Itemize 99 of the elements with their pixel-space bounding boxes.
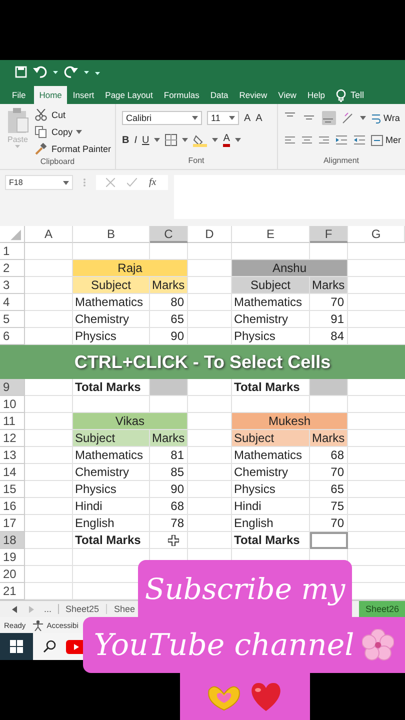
clipboard-icon xyxy=(6,108,29,134)
caret-icon xyxy=(234,138,241,142)
italic-button[interactable]: I xyxy=(134,134,138,146)
indent-icon[interactable] xyxy=(352,134,366,146)
caret-icon xyxy=(76,130,82,134)
start-button[interactable] xyxy=(0,633,33,660)
wrap-text-label: Wra xyxy=(384,113,400,123)
ribbon-tab[interactable]: Home xyxy=(34,86,68,104)
wrap-text-button[interactable]: Wra xyxy=(370,112,400,124)
column-header[interactable]: C xyxy=(150,226,188,243)
align-icon[interactable] xyxy=(318,134,330,146)
align-icon[interactable] xyxy=(284,134,296,146)
fill-color-icon[interactable] xyxy=(193,134,208,146)
font-size-value: 11 xyxy=(211,113,220,123)
align-icon[interactable] xyxy=(322,111,336,125)
borders-icon[interactable] xyxy=(165,134,178,146)
table-cell[interactable]: Subject xyxy=(232,430,310,447)
selected-cell[interactable] xyxy=(310,379,348,396)
grow-font-button[interactable]: A xyxy=(244,112,251,124)
ribbon-tab[interactable]: Help xyxy=(302,86,330,104)
caret-icon xyxy=(154,138,160,142)
table-cell[interactable]: Subject xyxy=(73,277,150,294)
underline-button[interactable]: U xyxy=(142,134,150,146)
customize-icon[interactable] xyxy=(95,70,100,74)
align-icon[interactable] xyxy=(300,134,312,146)
accessibility-icon xyxy=(32,620,44,630)
caret-icon xyxy=(360,116,366,120)
flower-icon xyxy=(362,629,394,661)
merge-button[interactable]: Mer xyxy=(370,134,401,146)
group-label: Font xyxy=(187,155,206,167)
caption-banner: CTRL+CLICK - To Select Cells xyxy=(0,345,405,379)
merge-icon xyxy=(370,134,382,146)
sheet-tab[interactable]: Sheet25 xyxy=(58,604,108,614)
caret-icon xyxy=(182,138,188,142)
row-header[interactable]: 18 xyxy=(0,532,25,549)
cut-button[interactable]: Cut xyxy=(51,110,66,120)
cell-reference: F18 xyxy=(9,178,23,187)
windows-icon xyxy=(10,640,23,653)
ribbon-tab[interactable]: Insert xyxy=(67,86,100,104)
search-icon[interactable] xyxy=(43,640,56,653)
table-cell[interactable]: Subject xyxy=(232,277,310,294)
table-cell[interactable]: Marks xyxy=(310,277,348,294)
ribbon-tab[interactable]: File xyxy=(0,86,34,104)
row-header[interactable]: 9 xyxy=(0,379,25,396)
more-sheets-button[interactable]: ... xyxy=(34,604,59,614)
heart-icon xyxy=(249,682,283,712)
table-cell[interactable]: Vikas xyxy=(73,413,188,430)
caret-icon xyxy=(63,180,69,184)
table-cell[interactable]: Marks xyxy=(150,277,188,294)
lightbulb-icon xyxy=(336,88,346,102)
font-size-field[interactable]: 11 xyxy=(207,111,239,125)
checkmark-icon[interactable] xyxy=(127,178,137,187)
wrap-icon xyxy=(370,112,380,124)
sticker-text: YouTube channel xyxy=(94,628,354,662)
format-painter-button[interactable]: Format Painter xyxy=(51,144,111,154)
ribbon-tab[interactable]: Formulas xyxy=(158,86,205,104)
sheet-tab[interactable]: Shee xyxy=(107,604,136,614)
merge-label: Mer xyxy=(386,135,401,145)
name-box[interactable]: F18 xyxy=(5,175,73,190)
caret-icon xyxy=(229,116,235,120)
caret-icon xyxy=(84,70,89,74)
save-icon[interactable] xyxy=(15,66,27,78)
table-cell[interactable]: Anshu xyxy=(232,260,348,277)
table-cell[interactable]: Marks xyxy=(150,430,188,447)
selected-cell[interactable] xyxy=(150,379,188,396)
orientation-icon[interactable] xyxy=(340,112,354,124)
dots-icon xyxy=(83,178,86,187)
font-color-button[interactable]: A xyxy=(223,134,230,146)
shrink-font-button[interactable]: A xyxy=(256,112,262,124)
indent-icon[interactable] xyxy=(334,134,348,146)
ribbon-tab[interactable]: Page Layout xyxy=(100,86,158,104)
tell-me-field[interactable]: Tell xyxy=(350,90,364,100)
active-cell[interactable] xyxy=(310,532,348,549)
font-name-value: Calibri xyxy=(126,113,152,123)
copy-button[interactable]: Copy xyxy=(51,127,72,137)
scroll-left-icon[interactable] xyxy=(12,606,17,612)
caret-icon xyxy=(212,138,218,142)
group-label: Alignment xyxy=(322,155,360,167)
sticker-text: Subscribe my xyxy=(144,572,346,606)
copy-icon xyxy=(35,126,48,138)
table-cell[interactable]: Raja xyxy=(73,260,188,277)
group-label: Clipboard xyxy=(39,156,76,168)
ribbon-tab[interactable]: View xyxy=(272,86,302,104)
column-header[interactable]: F xyxy=(310,226,348,243)
redo-icon[interactable] xyxy=(64,66,78,78)
insert-function-button[interactable]: fx xyxy=(149,177,156,188)
font-name-field[interactable]: Calibri xyxy=(122,111,202,125)
caret-icon xyxy=(192,116,198,120)
ribbon-tab[interactable]: Review xyxy=(234,86,273,104)
caret-icon xyxy=(53,70,58,74)
bold-button[interactable]: B xyxy=(122,134,130,146)
undo-icon[interactable] xyxy=(33,66,47,78)
table-cell[interactable]: Mukesh xyxy=(232,413,348,430)
table-cell[interactable]: Marks xyxy=(310,430,348,447)
caret-icon xyxy=(15,145,20,148)
ribbon-tab[interactable]: Data xyxy=(204,86,234,104)
scissors-icon xyxy=(35,109,48,121)
sheet-tab[interactable]: Sheet26 xyxy=(359,601,405,617)
table-cell[interactable]: Subject xyxy=(73,430,150,447)
